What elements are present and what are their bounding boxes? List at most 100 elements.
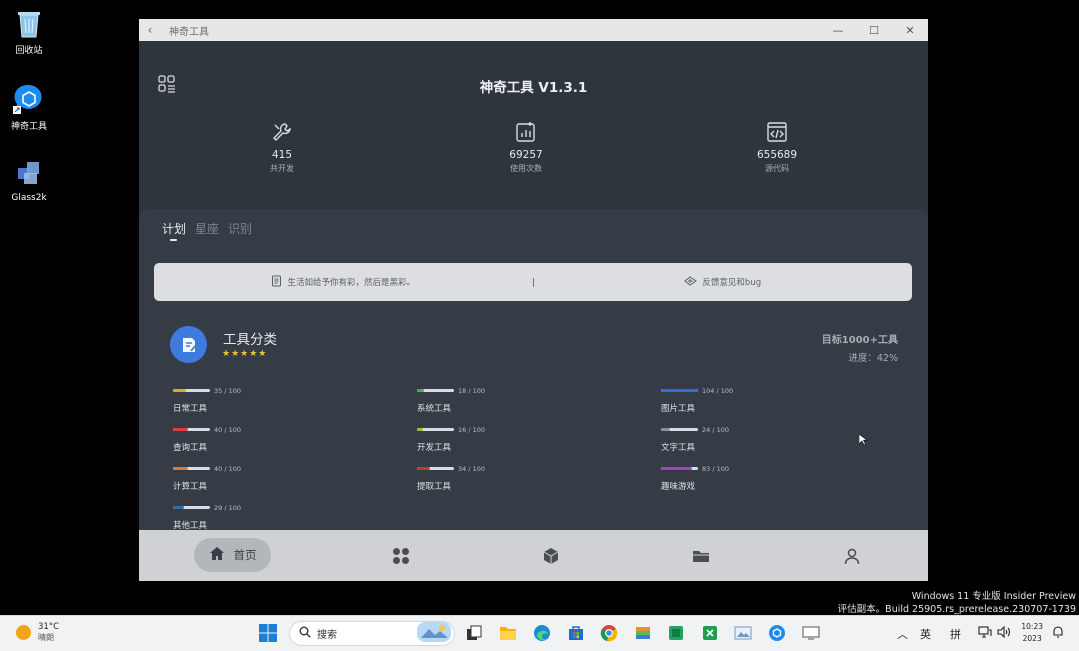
cube-icon[interactable] (542, 547, 560, 565)
image-viewer-icon[interactable] (732, 623, 754, 643)
sun-icon (16, 625, 31, 640)
tab-recognize[interactable]: 识别 (228, 220, 252, 237)
desktop-icon-glass2k[interactable]: Glass2k (8, 156, 50, 203)
progress-bar (417, 428, 454, 431)
tab-plan[interactable]: 计划 (162, 220, 186, 241)
tool-name: 趣味游戏 (661, 482, 696, 492)
desktop-icon-recycle-bin[interactable]: 回收站 (8, 6, 50, 56)
tool-count: 34 / 100 (458, 464, 485, 473)
file-explorer-icon[interactable] (497, 623, 519, 643)
feedback-icon (684, 275, 698, 290)
glass2k-icon (12, 156, 46, 190)
tool-count: 16 / 100 (458, 425, 485, 434)
tool-category-item[interactable]: 29 / 100 其他工具 (173, 497, 373, 531)
clock-time: 10:23 (1021, 622, 1043, 631)
task-view-icon[interactable] (463, 623, 485, 643)
nav-home-label: 首页 (233, 548, 257, 562)
motto-link[interactable]: 生活如给予你有彩，然后是黑彩。 (154, 275, 533, 290)
notebook-icon (271, 275, 282, 290)
tool-category-item[interactable]: 83 / 100 趣味游戏 (661, 458, 861, 492)
back-arrow-icon[interactable]: ‹ (139, 23, 161, 37)
tool-count: 29 / 100 (214, 503, 241, 512)
stat-value: 655689 (756, 149, 798, 161)
app-window: ‹ 神奇工具 — ☐ ✕ 神奇工具 V1.3.1 415 共开发 69257 使… (139, 19, 928, 581)
app-title: 神奇工具 V1.3.1 (479, 80, 588, 96)
stat-developed: 415 共开发 (232, 121, 332, 174)
mouse-cursor-icon (858, 431, 868, 450)
green-app-icon[interactable] (665, 623, 687, 643)
tool-name: 提取工具 (417, 482, 452, 492)
stat-usage: 69257 使用次数 (476, 121, 576, 174)
category-title: 工具分类 (223, 332, 277, 348)
taskbar-search-box[interactable]: 搜索 (289, 621, 455, 646)
weather-temp: 31°C (38, 622, 60, 632)
tool-category-item[interactable]: 18 / 100 系统工具 (417, 380, 617, 414)
chrome-browser-icon[interactable] (598, 623, 620, 643)
stat-value: 415 (271, 149, 293, 161)
stat-label: 共开发 (270, 164, 294, 173)
progress-bar (661, 467, 698, 470)
show-hidden-icons-chevron-icon[interactable]: ︿ (897, 626, 908, 642)
tool-category-item[interactable]: 40 / 100 计算工具 (173, 458, 373, 492)
taskbar-app-shortcut-icon[interactable] (766, 623, 788, 643)
tool-name: 计算工具 (173, 482, 208, 492)
taskbar-clock[interactable]: 10:23 2023 (1021, 621, 1043, 645)
wrench-icon (271, 121, 293, 143)
spreadsheet-app-icon[interactable] (699, 623, 721, 643)
code-window-icon (766, 121, 788, 143)
stacked-app-icon[interactable] (632, 623, 654, 643)
goal-text: 目标1000+工具 (821, 335, 898, 346)
tool-category-item[interactable]: 104 / 100 图片工具 (661, 380, 861, 414)
tool-category-item[interactable]: 16 / 100 开发工具 (417, 419, 617, 453)
progress-bar (173, 428, 210, 431)
tool-category-item[interactable]: 34 / 100 提取工具 (417, 458, 617, 492)
weather-desc: 晴朗 (38, 633, 54, 642)
folder-icon[interactable] (692, 547, 710, 565)
ime-mode[interactable]: 拼 (950, 626, 961, 642)
notice-bar: 生活如给予你有彩，然后是黑彩。 反馈意见和bug (154, 263, 912, 301)
stat-label: 源代码 (765, 164, 789, 173)
tool-name: 系统工具 (417, 404, 452, 414)
tool-count: 18 / 100 (458, 386, 485, 395)
tool-count: 40 / 100 (214, 425, 241, 434)
tab-constellation[interactable]: 星座 (195, 220, 219, 237)
tool-count: 40 / 100 (214, 464, 241, 473)
desktop-icon-label: 神奇工具 (10, 122, 47, 132)
tool-count: 104 / 100 (702, 386, 734, 395)
maximize-button[interactable]: ☐ (856, 24, 892, 37)
feedback-link[interactable]: 反馈意见和bug (534, 275, 913, 290)
tool-category-item[interactable]: 40 / 100 查询工具 (173, 419, 373, 453)
edge-browser-icon[interactable] (531, 623, 553, 643)
microsoft-store-icon[interactable] (565, 623, 587, 643)
progress-bar (661, 389, 698, 392)
bottom-navigation: 首页 (139, 530, 928, 581)
close-button[interactable]: ✕ (892, 24, 928, 37)
desktop-icon-label: 回收站 (15, 46, 43, 56)
weather-widget[interactable]: 31°C 晴朗 (16, 622, 59, 643)
document-edit-icon (170, 326, 207, 363)
windows-watermark-line2: 评估副本。Build 25905.rs_prerelease.230707-17… (837, 604, 1076, 615)
feedback-text: 反馈意见和bug (702, 278, 762, 288)
search-placeholder: 搜索 (317, 630, 337, 641)
user-icon[interactable] (843, 547, 861, 565)
recycle-bin-icon (12, 6, 46, 40)
screen-app-icon[interactable] (800, 623, 822, 643)
start-button[interactable] (257, 623, 279, 643)
progress-bar (173, 467, 210, 470)
taskbar: 31°C 晴朗 搜索 ︿ 英 拼 10:23 2023 (0, 615, 1079, 651)
tool-category-item[interactable]: 24 / 100 文字工具 (661, 419, 861, 453)
motto-text: 生活如给予你有彩，然后是黑彩。 (287, 278, 415, 288)
chart-icon (515, 121, 537, 143)
ime-language[interactable]: 英 (920, 626, 931, 642)
notification-icon[interactable] (1052, 626, 1064, 641)
tool-category-item[interactable]: 35 / 100 日常工具 (173, 380, 373, 414)
progress-text: 进度：42% (848, 353, 898, 364)
window-title: 神奇工具 (169, 26, 209, 38)
minimize-button[interactable]: — (820, 24, 856, 37)
apps-grid-icon[interactable] (392, 547, 410, 565)
stat-source: 655689 源代码 (727, 121, 827, 174)
network-icon[interactable] (978, 626, 992, 641)
desktop-icon-app[interactable]: 神奇工具 (8, 82, 50, 132)
volume-icon[interactable] (997, 625, 1011, 641)
nav-home-button[interactable]: 首页 (194, 538, 271, 572)
